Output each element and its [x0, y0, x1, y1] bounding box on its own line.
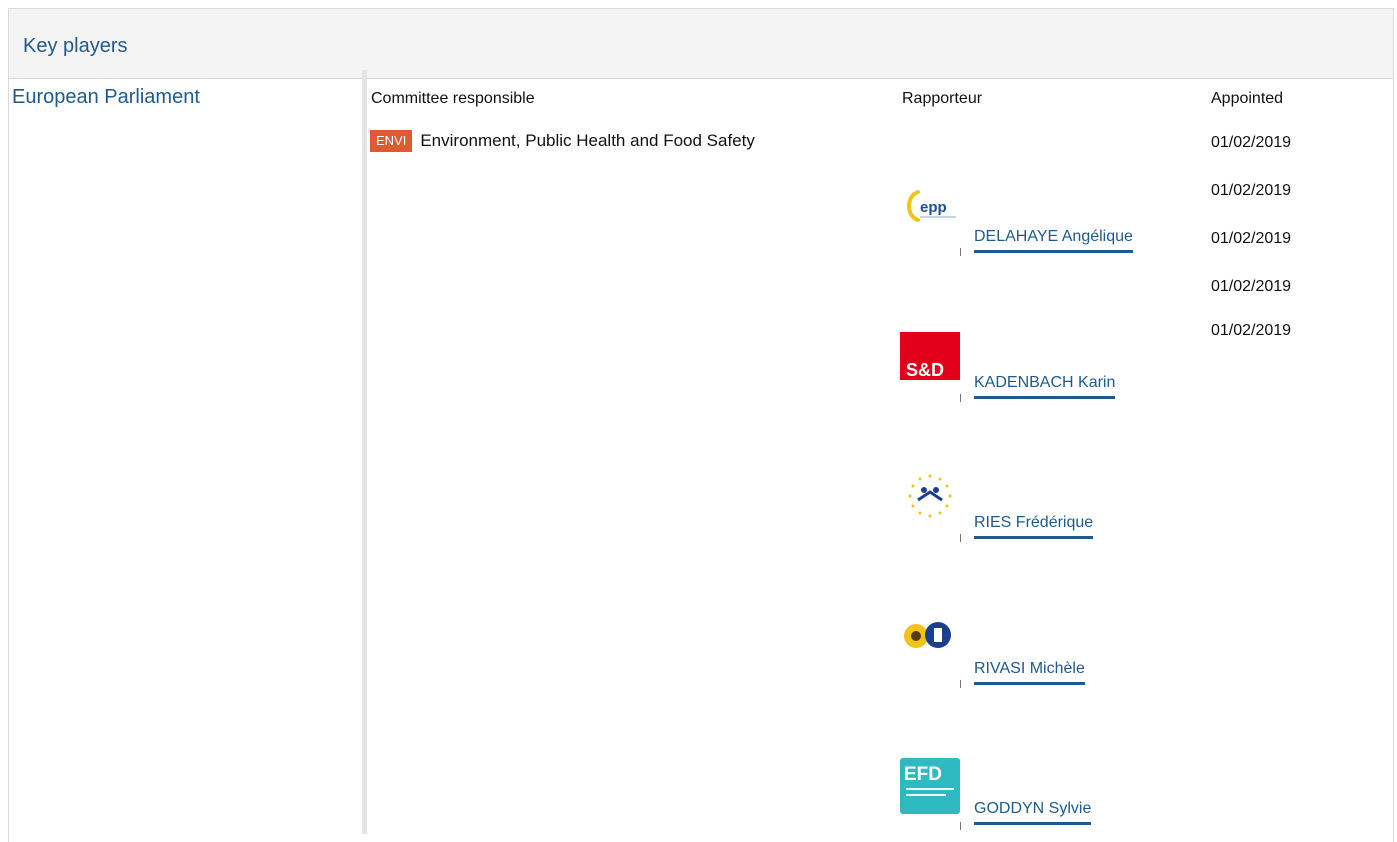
appointed-date: 01/02/2019: [1211, 134, 1292, 151]
committee-code-badge: ENVI: [370, 130, 413, 152]
rapporteur-link-ries[interactable]: RIES Frédérique: [974, 514, 1094, 539]
rapporteur-link-rivasi[interactable]: RIVASI Michèle: [974, 660, 1085, 685]
rapporteur-entry: epp DELAHAYE Angélique: [900, 186, 1200, 262]
rapporteur-entry: S&D KADENBACH Karin: [900, 332, 1200, 408]
panel-header: Key players: [9, 9, 1393, 79]
appointed-date: 01/02/2019: [1211, 230, 1292, 247]
committee-column-header: Committee responsible: [371, 90, 535, 107]
institution-name: European Parliament: [12, 86, 200, 108]
panel-title: Key players: [23, 35, 128, 57]
rapporteur-link-kadenbach[interactable]: KADENBACH Karin: [974, 374, 1116, 399]
rapporteur-entry: EFD GODDYN Sylvie: [900, 756, 1200, 832]
svg-text:EFD: EFD: [904, 764, 942, 785]
committee-row: ENVI Environment, Public Health and Food…: [370, 130, 755, 152]
renew-stars-logo-icon: [908, 474, 952, 518]
appointed-column-header: Appointed: [1211, 90, 1284, 107]
epp-logo-icon: epp: [907, 190, 956, 222]
column-divider: [362, 70, 367, 834]
appointed-date: 01/02/2019: [1211, 182, 1292, 199]
rapporteur-link-delahaye[interactable]: DELAHAYE Angélique: [974, 228, 1133, 253]
rapporteur-entry: RIVASI Michèle: [900, 618, 1200, 694]
svg-text:epp: epp: [920, 199, 947, 216]
svg-text:S&D: S&D: [906, 360, 944, 380]
appointed-date: 01/02/2019: [1211, 322, 1292, 339]
efd-logo-icon: EFD: [900, 758, 960, 814]
committee-name: Environment, Public Health and Food Safe…: [420, 131, 755, 150]
greens-efa-logo-icon: [904, 622, 951, 648]
rapporteur-entry: RIES Frédérique: [900, 472, 1200, 548]
appointed-date: 01/02/2019: [1211, 278, 1292, 295]
rapporteur-column-header: Rapporteur: [902, 90, 983, 107]
sd-logo-icon: S&D: [900, 332, 960, 380]
rapporteur-link-goddyn[interactable]: GODDYN Sylvie: [974, 800, 1092, 825]
